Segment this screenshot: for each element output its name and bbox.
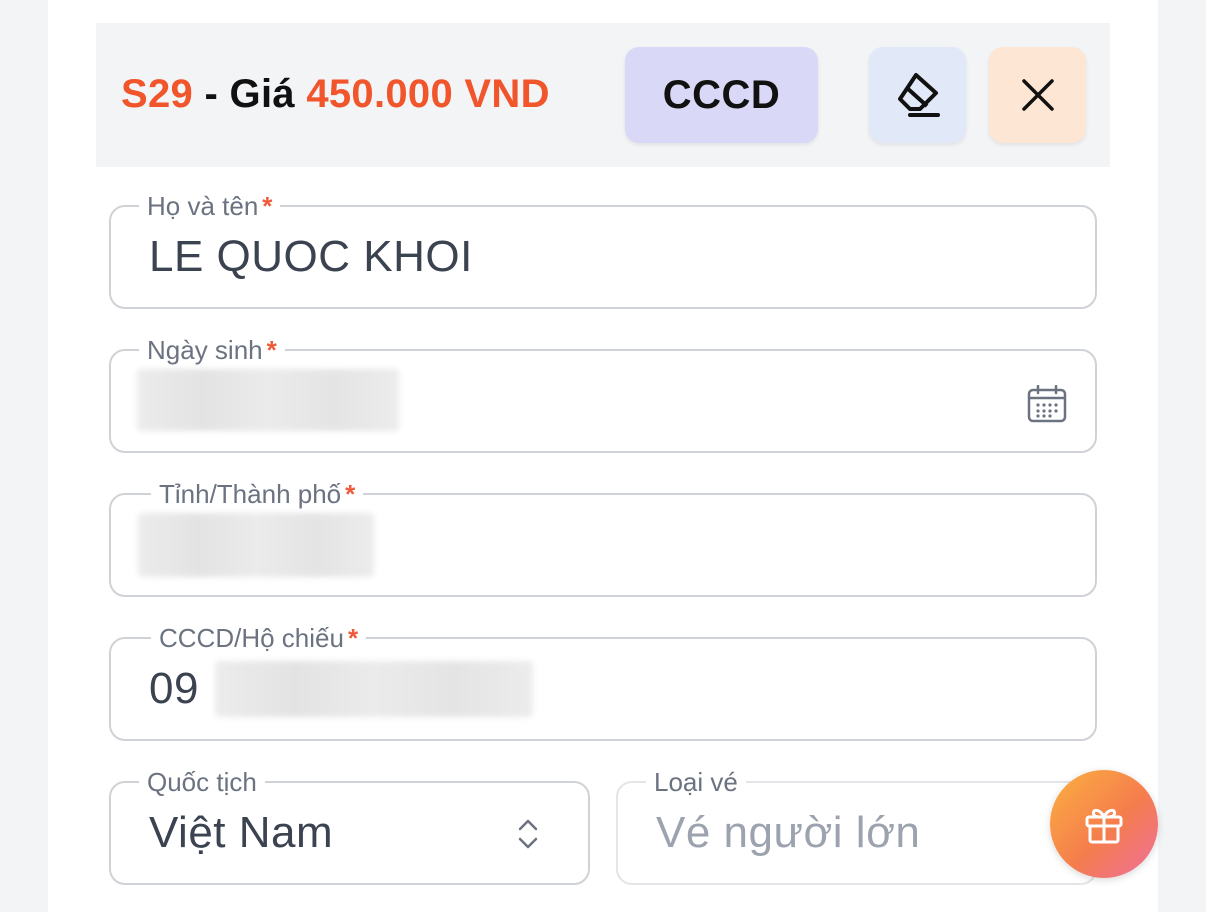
cccd-button-label: CCCD — [662, 72, 781, 117]
nationality-select[interactable]: Quốc tịch Việt Nam — [109, 765, 590, 885]
gift-floating-button[interactable] — [1050, 770, 1158, 878]
dob-field[interactable]: Ngày sinh * — [109, 333, 1097, 453]
province-redacted-value — [138, 513, 374, 577]
cccd-scan-button[interactable]: CCCD — [625, 47, 818, 143]
nationality-value: Việt Nam — [149, 808, 334, 857]
chevron-up-down-icon — [518, 819, 538, 849]
ticket-price: 450.000 VND — [306, 72, 550, 116]
id-passport-redacted-value — [215, 661, 533, 717]
required-marker: * — [345, 479, 356, 509]
required-marker: * — [347, 623, 359, 653]
id-passport-visible-prefix: 09 — [149, 664, 199, 713]
eraser-icon — [897, 73, 940, 117]
province-label: Tỉnh/Thành phố * — [151, 477, 364, 511]
full-name-field[interactable]: Họ và tên * LE QUOC KHOI — [109, 189, 1097, 309]
id-passport-field[interactable]: CCCD/Hộ chiếu * 09 — [109, 621, 1097, 741]
calendar-icon[interactable] — [1027, 385, 1067, 423]
seat-price-title: S29 - Giá 450.000 VND — [121, 72, 550, 117]
seat-number: S29 — [121, 72, 194, 116]
ticket-type-field[interactable]: Loại vé Vé người lớn — [616, 765, 1097, 885]
required-marker: * — [266, 335, 277, 365]
clear-form-button[interactable] — [869, 47, 966, 143]
close-icon — [1021, 79, 1054, 111]
province-field[interactable]: Tỉnh/Thành phố * — [109, 477, 1097, 597]
ticket-type-value: Vé người lớn — [656, 808, 921, 857]
dob-label: Ngày sinh * — [139, 333, 285, 367]
gift-icon — [1085, 808, 1123, 844]
full-name-value: LE QUOC KHOI — [149, 232, 473, 281]
close-button[interactable] — [989, 47, 1086, 143]
dob-redacted-value — [137, 369, 399, 431]
price-separator: - Giá — [193, 72, 307, 116]
